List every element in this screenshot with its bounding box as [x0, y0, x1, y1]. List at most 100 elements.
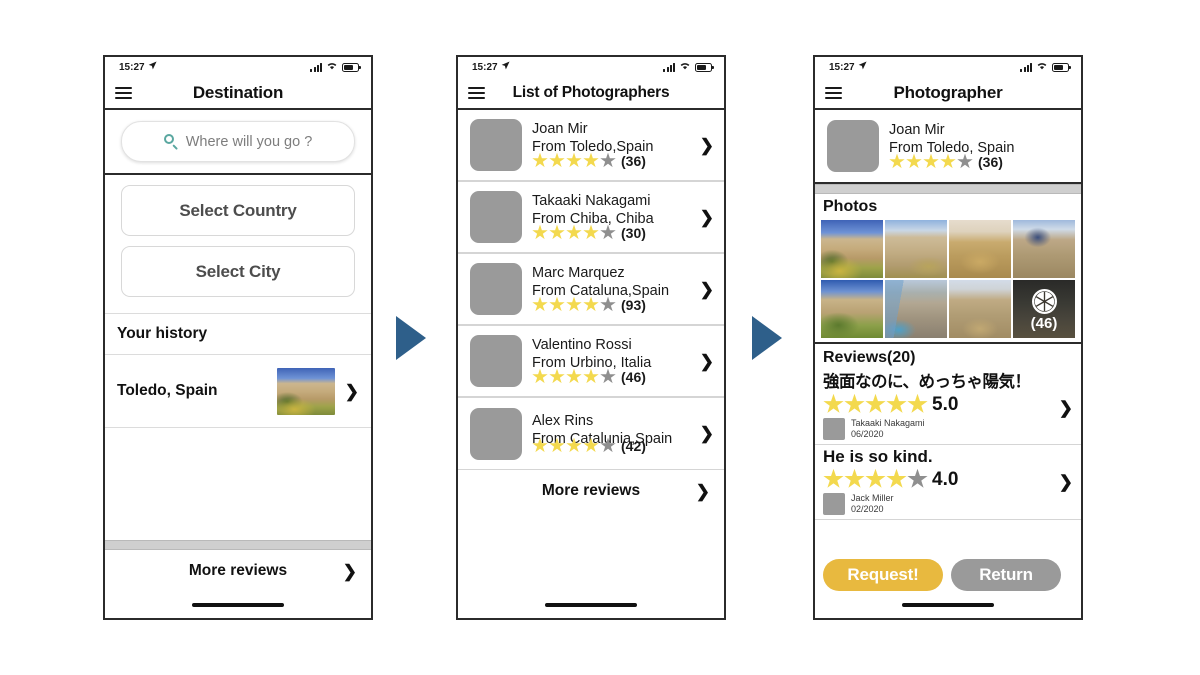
more-photos-overlay: (46) [1013, 280, 1075, 338]
status-left-3: 15:27 [829, 61, 867, 73]
wifi-icon [1036, 61, 1048, 73]
review-chevron-icon: ❯ [1058, 472, 1073, 492]
avatar [470, 335, 522, 387]
photo-tile[interactable] [949, 280, 1011, 338]
more-reviews-row-2[interactable]: More reviews ❯ [458, 470, 724, 512]
action-button-row: Request! Return [815, 558, 1081, 592]
your-history-header: Your history [105, 313, 371, 355]
list-item-info: Joan Mir From Toledo,Spain (36) [532, 121, 688, 168]
photo-tile[interactable] [821, 280, 883, 338]
status-left-1: 15:27 [119, 61, 157, 73]
list-item[interactable]: Alex Rins From Catalunia,Spain (42) ❯ [458, 398, 724, 470]
page-title-destination: Destination [192, 82, 284, 102]
return-button[interactable]: Return [951, 559, 1061, 591]
review-title: He is so kind. [823, 447, 933, 467]
list-item-info: Valentino Rossi From Urbino, Italia (46) [532, 337, 688, 384]
photographer-profile-card[interactable]: Joan Mir From Toledo, Spain (36) [815, 110, 1081, 184]
list-item[interactable]: Marc Marquez From Cataluna,Spain (93) ❯ [458, 254, 724, 326]
flow-arrow-1 [396, 316, 426, 360]
wifi-icon [679, 61, 691, 73]
more-reviews-label-1: More reviews [188, 562, 288, 579]
photo-tile[interactable] [1013, 220, 1075, 278]
home-indicator-3 [815, 592, 1081, 618]
avatar [823, 418, 845, 441]
status-bar-3: 15:27 [815, 57, 1081, 77]
battery-icon [695, 62, 714, 72]
photographer-name: Alex Rins [532, 413, 594, 430]
flow-arrow-2 [752, 316, 782, 360]
rating-stars: (93) [532, 296, 688, 313]
review-chevron-icon: ❯ [1058, 398, 1073, 418]
list-item-chevron-icon: ❯ [699, 135, 714, 155]
list-item-chevron-icon: ❯ [699, 424, 714, 443]
more-photos-count: (46) [1030, 314, 1058, 332]
hamburger-menu-icon[interactable] [115, 86, 132, 99]
review-author-block: Jack Miller 02/2020 [823, 493, 1073, 516]
avatar [470, 263, 522, 315]
list-item-chevron-icon: ❯ [699, 351, 714, 371]
history-item-label: Toledo, Spain [117, 382, 218, 399]
history-item-thumbnail [276, 367, 335, 415]
search-input[interactable]: Where will you go ? [121, 121, 355, 162]
review-score: 4.0 [932, 468, 959, 490]
status-bar-2: 15:27 [458, 57, 724, 77]
location-arrow-icon [501, 61, 510, 73]
status-right-3 [1020, 61, 1071, 73]
page-title-list-of-photographers: List of Photographers [512, 83, 670, 101]
review-item[interactable]: 強面なのに、めっちゃ陽気！ 5.0 Takaaki Nakagami 06/20… [815, 371, 1081, 446]
rating-count: (46) [621, 368, 646, 385]
signal-bars-icon [663, 62, 675, 72]
avatar [470, 407, 522, 460]
photo-tile[interactable] [885, 280, 947, 338]
list-item-chevron-icon: ❯ [699, 279, 714, 299]
profile-rating-stars: (36) [889, 153, 1069, 170]
status-right-2 [663, 61, 714, 73]
photographer-name: Takaaki Nakagami [532, 193, 651, 210]
phone-screen-photographer-list: 15:27 List of Photographers Joan Mir Fro… [456, 55, 726, 620]
search-placeholder: Where will you go ? [185, 133, 313, 150]
avatar [470, 119, 522, 171]
signal-bars-icon [1020, 62, 1032, 72]
history-item-toledo[interactable]: Toledo, Spain ❯ [105, 355, 371, 428]
list-item[interactable]: Valentino Rossi From Urbino, Italia (46)… [458, 326, 724, 398]
rating-count: (42) [621, 437, 646, 454]
select-country-button[interactable]: Select Country [121, 185, 355, 236]
review-author-name: Jack Miller [851, 492, 894, 503]
review-date: 02/2020 [851, 503, 884, 514]
list-item[interactable]: Joan Mir From Toledo,Spain (36) ❯ [458, 110, 724, 182]
photo-tile[interactable] [821, 220, 883, 278]
review-author-name: Takaaki Nakagami [851, 417, 925, 428]
review-score: 5.0 [932, 393, 959, 415]
review-rating-stars: 4.0 [823, 468, 1073, 490]
aperture-icon [1031, 288, 1058, 315]
photo-tile-more[interactable]: (46) [1013, 280, 1075, 338]
list-item-info: Alex Rins From Catalunia,Spain (42) [532, 413, 688, 453]
rating-count: (93) [621, 296, 646, 313]
section-divider-1 [105, 540, 371, 550]
photographer-name: Valentino Rossi [532, 337, 632, 354]
review-rating-stars: 5.0 [823, 393, 1073, 415]
status-time: 15:27 [829, 61, 855, 73]
rating-stars: (36) [532, 152, 688, 169]
photo-tile[interactable] [885, 220, 947, 278]
battery-icon [1052, 62, 1071, 72]
photo-tile[interactable] [949, 220, 1011, 278]
hamburger-menu-icon[interactable] [468, 86, 485, 99]
photographer-name: Marc Marquez [532, 265, 625, 282]
photos-header: Photos [823, 198, 878, 215]
hamburger-menu-icon[interactable] [825, 86, 842, 99]
phone-screen-destination: 15:27 Destination Where will you go ? Se… [103, 55, 373, 620]
request-button[interactable]: Request! [823, 559, 943, 591]
review-item[interactable]: He is so kind. 4.0 Jack Miller 02/2020 ❯ [815, 445, 1081, 521]
home-indicator-1 [105, 592, 371, 618]
rating-count: (36) [621, 152, 646, 169]
rating-count: (30) [621, 224, 646, 241]
more-reviews-chevron-icon-2: ❯ [695, 481, 710, 501]
list-item[interactable]: Takaaki Nakagami From Chiba, Chiba (30) … [458, 182, 724, 254]
more-reviews-chevron-icon-1: ❯ [342, 561, 357, 581]
review-author-meta: Jack Miller 02/2020 [851, 493, 894, 516]
select-city-button[interactable]: Select City [121, 246, 355, 297]
photographer-list: Joan Mir From Toledo,Spain (36) ❯ Takaak… [458, 110, 724, 470]
more-reviews-row-1[interactable]: More reviews ❯ [105, 550, 371, 592]
